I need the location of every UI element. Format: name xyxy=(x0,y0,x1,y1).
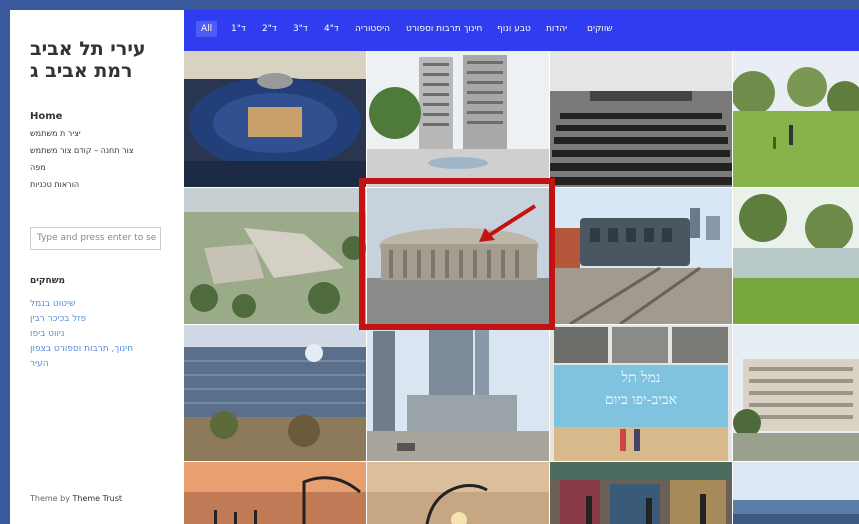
nav-item-map[interactable]: מפה xyxy=(30,159,164,176)
main-nav: Home יציר ת משתמש צור תחנה – קודם צור מש… xyxy=(30,108,164,193)
page-frame: עירי תל אביב רמת אביב ג Home יציר ת משתמ… xyxy=(10,10,859,524)
game-link-rabin-square[interactable]: פזל בכיכר רבין xyxy=(30,312,164,327)
office-building-image xyxy=(733,325,859,461)
search-input[interactable]: Type and press enter to se xyxy=(30,227,161,250)
tile-sunset-lamp[interactable] xyxy=(184,462,366,524)
sunset-lamp-image xyxy=(184,462,366,524)
tile-street-lamp[interactable] xyxy=(367,462,549,524)
site-title[interactable]: עירי תל אביב רמת אביב ג xyxy=(30,38,164,82)
nav-item-technical-instructions[interactable]: הוראות טכניות xyxy=(30,176,164,193)
modern-glass-building-image xyxy=(184,325,366,461)
tile-railway-carriage[interactable] xyxy=(550,188,732,324)
game-link-north-education[interactable]: חינוך, תרבות וספורט בצפון xyxy=(30,342,164,357)
tile-basketball-arena[interactable] xyxy=(184,51,366,187)
railway-carriage-image xyxy=(550,188,732,324)
filter-history[interactable]: היסטוריה xyxy=(355,24,390,34)
game-link-city[interactable]: העיר xyxy=(30,357,164,372)
campus-aerial-image xyxy=(184,188,366,324)
sidebar: עירי תל אביב רמת אביב ג Home יציר ת משתמ… xyxy=(10,10,184,524)
games-widget-title: משחקים xyxy=(30,276,66,286)
filter-judaism[interactable]: יהדות xyxy=(546,24,567,34)
filter-d4[interactable]: 4"ד xyxy=(324,24,339,34)
filter-all[interactable]: All xyxy=(196,21,218,37)
filter-markets[interactable]: שווקים xyxy=(587,24,613,34)
azrieli-towers-image xyxy=(367,325,549,461)
nav-item-home[interactable]: Home xyxy=(30,108,164,125)
auditorium-seats-image xyxy=(550,51,732,187)
park-lawn-image xyxy=(733,51,859,187)
port-sign-text: נמל תל אביב-יפו ביום xyxy=(550,367,732,411)
highlight-box xyxy=(359,178,555,330)
filter-d1[interactable]: 1"ד xyxy=(231,24,246,34)
filter-d2[interactable]: 2"ד xyxy=(262,24,277,34)
filter-d3[interactable]: 3"ד xyxy=(293,24,308,34)
site-title-line-1[interactable]: עירי תל אביב xyxy=(30,38,164,60)
site-title-line-2[interactable]: רמת אביב ג xyxy=(30,60,164,82)
tile-park-lawn[interactable] xyxy=(733,51,859,187)
tile-riverside-park[interactable] xyxy=(733,188,859,324)
filter-education-culture-sport[interactable]: חינוך תרבות וספורט xyxy=(406,24,482,34)
nav-item-create-user[interactable]: יציר ת משתמש xyxy=(30,125,164,142)
market-stalls-image xyxy=(550,462,732,524)
sea-view-image xyxy=(733,462,859,524)
street-lamp-image xyxy=(367,462,549,524)
nav-item-create-station[interactable]: צור תחנה – קודם צור משתמש xyxy=(30,142,164,159)
tile-market-stalls[interactable] xyxy=(550,462,732,524)
basketball-arena-image xyxy=(184,51,366,187)
tile-sea-view[interactable] xyxy=(733,462,859,524)
filter-nature[interactable]: טבע ונוף xyxy=(497,24,531,34)
games-links: שיטוט בנמל פזל בכיכר רבין ניווט ביפו חינ… xyxy=(30,297,164,372)
portfolio-grid: נמל תל אביב-יפו ביום xyxy=(184,51,859,524)
tile-university-building[interactable] xyxy=(367,51,549,187)
tile-tel-aviv-port-sign[interactable]: נמל תל אביב-יפו ביום xyxy=(550,325,732,461)
game-link-port[interactable]: שיטוט בנמל xyxy=(30,297,164,312)
credit-prefix: Theme by xyxy=(30,494,70,503)
port-sign-line-2: אביב-יפו ביום xyxy=(604,392,678,408)
riverside-park-image xyxy=(733,188,859,324)
tile-office-building[interactable] xyxy=(733,325,859,461)
tile-azrieli-towers[interactable] xyxy=(367,325,549,461)
tile-campus-aerial[interactable] xyxy=(184,188,366,324)
university-building-image xyxy=(367,51,549,187)
port-sign-line-1: נמל תל xyxy=(621,370,661,386)
credit-link[interactable]: Theme Trust xyxy=(73,494,123,503)
filter-bar: All 1"ד 2"ד 3"ד 4"ד היסטוריה חינוך תרבות… xyxy=(184,10,859,51)
tile-auditorium-seats[interactable] xyxy=(550,51,732,187)
tile-modern-glass-building[interactable] xyxy=(184,325,366,461)
theme-credit: Theme by Theme Trust xyxy=(30,494,122,503)
game-link-jaffa[interactable]: ניווט ביפו xyxy=(30,327,164,342)
